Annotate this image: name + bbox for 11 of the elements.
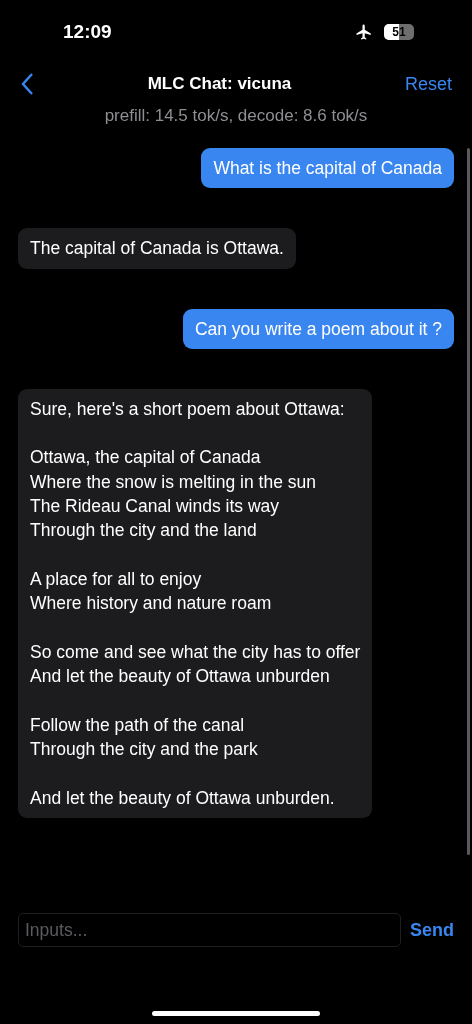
send-button[interactable]: Send [410, 919, 454, 941]
reset-button[interactable]: Reset [404, 73, 452, 95]
speed-stats: prefill: 14.5 tok/s, decode: 8.6 tok/s [103, 106, 369, 126]
bot-message: Sure, here's a short poem about Ottawa: Ottawa, the capital of Canada Where the snow is melting in the sun The Rideau Canal winds its way Through the city and the land A place for all to enjoy Where history and nature roam So come and see what the city has to offer And let the beauty of Ottawa unburden Follow the path of the canal Through the city and the park And let the beauty of Ottawa unburden. [18, 388, 373, 818]
bot-message: The capital of Canada is Ottawa. [18, 228, 296, 269]
status-time: 12:09 [63, 21, 112, 43]
user-message: What is the capital of Canada [201, 148, 454, 189]
input-field[interactable]: Inputs... [18, 913, 401, 947]
chat-title: MLC Chat: vicuna [147, 74, 292, 94]
back-icon[interactable] [20, 72, 34, 96]
user-message: Can you write a poem about it ? [182, 308, 454, 349]
